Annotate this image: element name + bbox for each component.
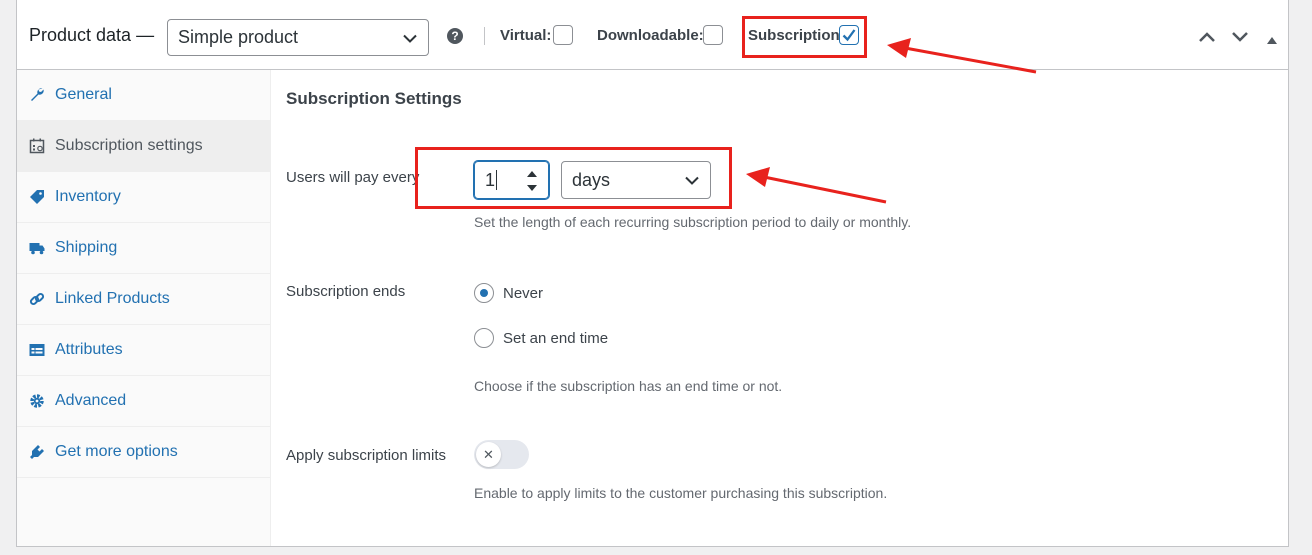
downloadable-checkbox[interactable] — [703, 25, 723, 45]
tab-subscription-settings[interactable]: Subscription settings — [17, 121, 270, 172]
ends-set-end-time-option[interactable]: Set an end time — [474, 328, 608, 348]
ends-never-radio[interactable] — [474, 283, 494, 303]
pay-every-hint: Set the length of each recurring subscri… — [474, 214, 912, 230]
help-icon[interactable]: ? — [447, 28, 463, 44]
pay-every-label: Users will pay every — [286, 169, 420, 186]
virtual-label: Virtual: — [500, 27, 552, 44]
product-data-title: Product data — — [29, 25, 155, 45]
wrench-icon — [29, 87, 45, 103]
tab-linked-products[interactable]: Linked Products — [17, 274, 270, 325]
annotation-box-subscription — [742, 16, 867, 58]
move-down-icon[interactable] — [1231, 30, 1249, 48]
calendar-icon — [29, 138, 45, 154]
move-up-icon[interactable] — [1198, 30, 1216, 48]
header-divider — [484, 27, 485, 45]
product-type-select[interactable]: Simple product — [167, 19, 429, 56]
subscription-limits-toggle[interactable]: ✕ — [474, 440, 529, 469]
subscription-ends-label: Subscription ends — [286, 283, 406, 300]
chevron-down-icon — [402, 27, 418, 48]
subscription-limits-hint: Enable to apply limits to the customer p… — [474, 485, 888, 501]
product-data-tabs: General Subscription settings Inventory … — [17, 70, 271, 546]
tab-shipping[interactable]: Shipping — [17, 223, 270, 274]
tab-get-more-options[interactable]: Get more options — [17, 427, 270, 478]
close-icon: ✕ — [476, 442, 501, 467]
product-data-header: Product data — Simple product ? Virtual:… — [17, 0, 1288, 70]
subscription-ends-hint: Choose if the subscription has an end ti… — [474, 378, 783, 394]
downloadable-label: Downloadable: — [597, 27, 704, 44]
virtual-checkbox[interactable] — [553, 25, 573, 45]
plugin-icon — [29, 444, 45, 460]
tab-inventory[interactable]: Inventory — [17, 172, 270, 223]
subscription-settings-panel: Subscription Settings Users will pay eve… — [272, 70, 1288, 546]
ends-set-end-time-radio[interactable] — [474, 328, 494, 348]
tab-advanced[interactable]: Advanced — [17, 376, 270, 427]
tab-general[interactable]: General — [17, 70, 270, 121]
product-data-panel: Product data — Simple product ? Virtual:… — [16, 0, 1289, 547]
table-icon — [29, 342, 45, 358]
gear-icon — [29, 393, 45, 409]
annotation-box-pay-every — [415, 147, 732, 209]
link-icon — [29, 291, 45, 307]
tab-attributes[interactable]: Attributes — [17, 325, 270, 376]
ends-never-option[interactable]: Never — [474, 283, 543, 303]
collapse-toggle-icon[interactable] — [1267, 31, 1277, 49]
subscription-limits-label: Apply subscription limits — [286, 447, 447, 464]
product-type-value: Simple product — [178, 27, 299, 47]
truck-icon — [29, 240, 45, 256]
tag-icon — [29, 189, 45, 205]
section-title: Subscription Settings — [286, 89, 462, 108]
